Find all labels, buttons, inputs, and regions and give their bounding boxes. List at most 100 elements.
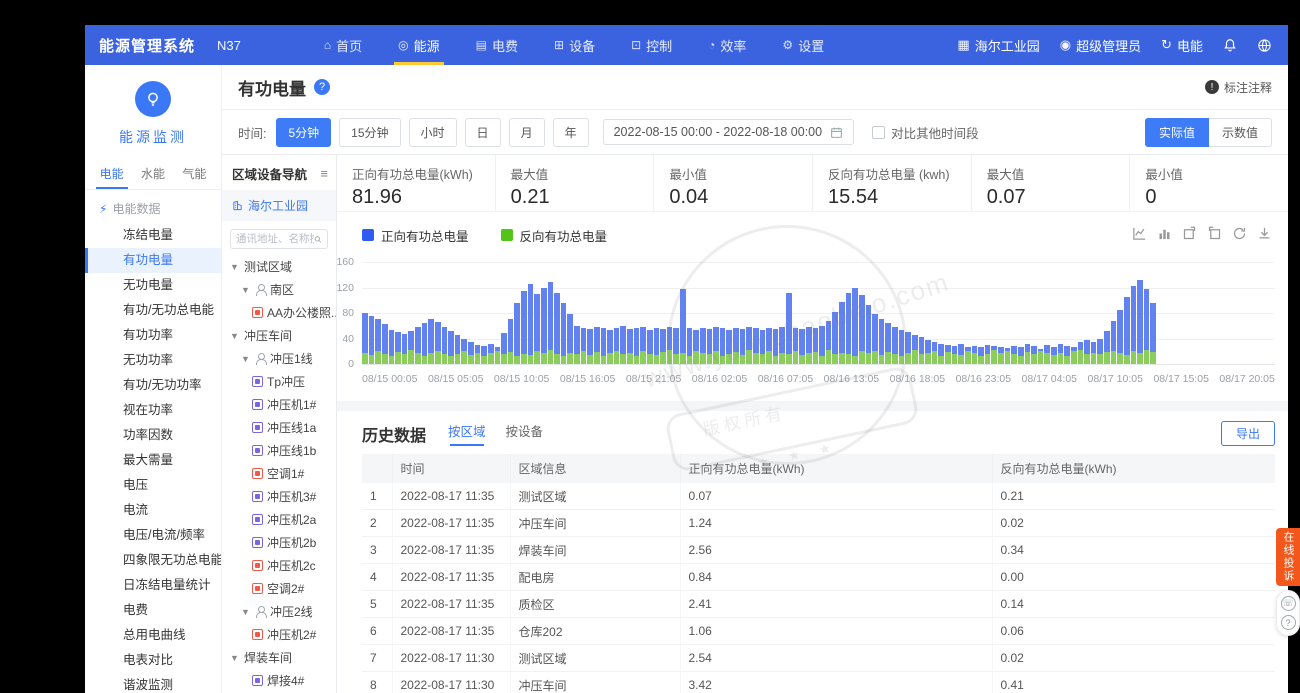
nav-item-效率[interactable]: ◔效率	[690, 25, 764, 65]
table-row[interactable]: 62022-08-17 11:35仓库2021.060.06	[362, 618, 1275, 645]
bar-slot[interactable]	[1150, 262, 1156, 364]
bar-slot[interactable]	[567, 262, 573, 364]
bar-slot[interactable]	[541, 262, 547, 364]
bar-slot[interactable]	[382, 262, 388, 364]
bar-slot[interactable]	[601, 262, 607, 364]
bar-slot[interactable]	[899, 262, 905, 364]
table-row[interactable]: 82022-08-17 11:30冲压车间3.420.41	[362, 672, 1275, 693]
bar-slot[interactable]	[1078, 262, 1084, 364]
nav-item-设备[interactable]: ⊞设备	[536, 25, 613, 65]
bar-slot[interactable]	[733, 262, 739, 364]
bar-slot[interactable]	[1005, 262, 1011, 364]
bar-slot[interactable]	[793, 262, 799, 364]
bar-slot[interactable]	[746, 262, 752, 364]
bar-slot[interactable]	[985, 262, 991, 364]
bar-slot[interactable]	[389, 262, 395, 364]
table-row[interactable]: 42022-08-17 11:35配电房0.840.00	[362, 564, 1275, 591]
bar-slot[interactable]	[495, 262, 501, 364]
bar-slot[interactable]	[945, 262, 951, 364]
sidebar-item-无功功率[interactable]: 无功功率	[85, 348, 221, 373]
bar-slot[interactable]	[594, 262, 600, 364]
bar-slot[interactable]	[687, 262, 693, 364]
tree-node-冲压线1a[interactable]: 冲压线1a	[222, 416, 336, 439]
sidebar-item-功率因数[interactable]: 功率因数	[85, 423, 221, 448]
bar-slot[interactable]	[1051, 262, 1057, 364]
bar-slot[interactable]	[760, 262, 766, 364]
bar-slot[interactable]	[700, 262, 706, 364]
annotate-button[interactable]: ! 标注注释	[1205, 79, 1272, 96]
bar-slot[interactable]	[654, 262, 660, 364]
date-range-picker[interactable]: 2022-08-15 00:00 - 2022-08-18 00:00	[603, 119, 855, 145]
bar-slot[interactable]	[488, 262, 494, 364]
bar-slot[interactable]	[548, 262, 554, 364]
time-button-年[interactable]: 年	[553, 118, 589, 147]
bar-slot[interactable]	[455, 262, 461, 364]
bar-slot[interactable]	[1011, 262, 1017, 364]
tree-node-Tp冲压[interactable]: Tp冲压	[222, 370, 336, 393]
bar-slot[interactable]	[779, 262, 785, 364]
bar-slot[interactable]	[952, 262, 958, 364]
bar-slot[interactable]	[660, 262, 666, 364]
bar-slot[interactable]	[1137, 262, 1143, 364]
bar-slot[interactable]	[720, 262, 726, 364]
tree-node-测试区域[interactable]: ▼测试区域	[222, 255, 336, 278]
bar-slot[interactable]	[1131, 262, 1137, 364]
bar-slot[interactable]	[726, 262, 732, 364]
bar-slot[interactable]	[554, 262, 560, 364]
tree-root-node[interactable]: 海尔工业园	[222, 190, 336, 221]
bar-slot[interactable]	[634, 262, 640, 364]
time-button-15分钟[interactable]: 15分钟	[339, 118, 400, 147]
bar-slot[interactable]	[574, 262, 580, 364]
nav-item-能源[interactable]: ◎能源	[380, 25, 458, 65]
compare-checkbox[interactable]: 对比其他时间段	[872, 123, 979, 142]
table-row[interactable]: 52022-08-17 11:35质检区2.410.14	[362, 591, 1275, 618]
sidebar-item-有功/无功总电能[interactable]: 有功/无功总电能	[85, 298, 221, 323]
bar-slot[interactable]	[965, 262, 971, 364]
tree-node-冲压机1#[interactable]: 冲压机1#	[222, 393, 336, 416]
bar-slot[interactable]	[806, 262, 812, 364]
sidebar-item-谐波监测[interactable]: 谐波监测	[85, 673, 221, 693]
bar-slot[interactable]	[753, 262, 759, 364]
bar-slot[interactable]	[713, 262, 719, 364]
bar-slot[interactable]	[958, 262, 964, 364]
bar-slot[interactable]	[1091, 262, 1097, 364]
sidebar-item-有功/无功功率[interactable]: 有功/无功功率	[85, 373, 221, 398]
online-complaint-tab[interactable]: 在线投诉	[1276, 528, 1300, 586]
sidebar-item-电压[interactable]: 电压	[85, 473, 221, 498]
bar-slot[interactable]	[481, 262, 487, 364]
caret-down-icon[interactable]: ▼	[230, 331, 240, 341]
bar-slot[interactable]	[581, 262, 587, 364]
bar-slot[interactable]	[938, 262, 944, 364]
time-button-月[interactable]: 月	[509, 118, 545, 147]
bar-slot[interactable]	[442, 262, 448, 364]
tree-node-空调1#[interactable]: 空调1#	[222, 462, 336, 485]
history-tab-按设备[interactable]: 按设备	[506, 421, 544, 446]
sidebar-item-最大需量[interactable]: 最大需量	[85, 448, 221, 473]
tree-node-空调2#[interactable]: 空调2#	[222, 577, 336, 600]
tree-node-冲压机2c[interactable]: 冲压机2c	[222, 554, 336, 577]
bar-slot[interactable]	[561, 262, 567, 364]
sidebar-item-视在功率[interactable]: 视在功率	[85, 398, 221, 423]
sidebar-item-电压/电流/频率[interactable]: 电压/电流/频率	[85, 523, 221, 548]
bar-slot[interactable]	[1124, 262, 1130, 364]
bar-slot[interactable]	[879, 262, 885, 364]
bar-slot[interactable]	[528, 262, 534, 364]
bar-slot[interactable]	[925, 262, 931, 364]
tree-node-冲压机2a[interactable]: 冲压机2a	[222, 508, 336, 531]
sidebar-item-有功电量[interactable]: 有功电量	[85, 248, 221, 273]
bar-slot[interactable]	[435, 262, 441, 364]
bar-slot[interactable]	[369, 262, 375, 364]
value-toggle-实际值[interactable]: 实际值	[1145, 118, 1209, 147]
bar-slot[interactable]	[872, 262, 878, 364]
bar-chart-plot[interactable]: 16012080400	[362, 262, 1275, 364]
tree-search-input[interactable]	[236, 233, 314, 245]
bar-slot[interactable]	[819, 262, 825, 364]
help-icon[interactable]: ?	[1281, 615, 1296, 630]
tree-node-冲压机2b[interactable]: 冲压机2b	[222, 531, 336, 554]
bar-slot[interactable]	[839, 262, 845, 364]
bar-slot[interactable]	[866, 262, 872, 364]
bar-slot[interactable]	[859, 262, 865, 364]
header-chip-超级管理员[interactable]: ◉超级管理员	[1060, 36, 1141, 55]
bar-slot[interactable]	[508, 262, 514, 364]
bar-slot[interactable]	[1064, 262, 1070, 364]
